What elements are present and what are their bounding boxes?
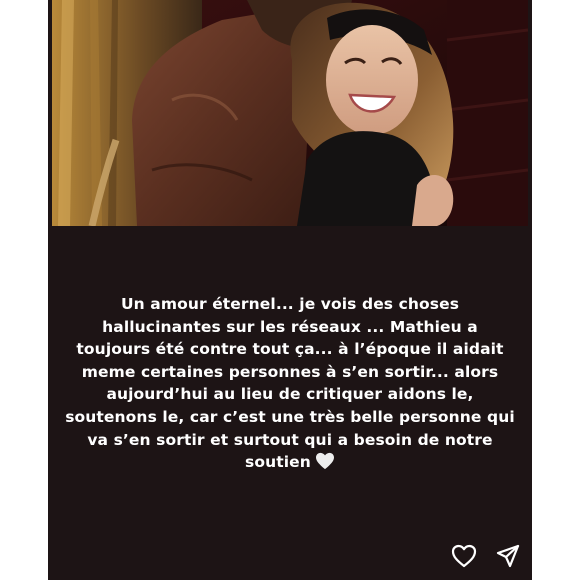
story-photo (52, 0, 528, 226)
white-heart-emoji-icon (315, 452, 335, 477)
heart-outline-icon (451, 544, 477, 573)
caption-line: toujours été contre tout ça... à l’époqu… (76, 340, 504, 359)
story-actions (450, 544, 522, 572)
story-caption: Un amour éternel... je vois des choses h… (48, 293, 532, 477)
caption-line: soutenons le, car c’est une très belle p… (65, 407, 515, 426)
share-button[interactable] (494, 544, 522, 572)
caption-line: soutien (245, 453, 311, 472)
caption-line: Un amour éternel... je vois des choses (120, 295, 460, 313)
caption-line: va s’en sortir et surtout qui a besoin d… (87, 430, 493, 449)
caption-last-line: soutien (48, 451, 532, 477)
caption-line: meme certaines personnes à s’en sortir..… (81, 362, 499, 381)
like-button[interactable] (450, 544, 478, 572)
caption-line: aujourd’hui au lieu de critiquer aidons … (106, 385, 474, 404)
caption-line: hallucinantes sur les réseaux ... Mathie… (102, 317, 478, 336)
story-card: Un amour éternel... je vois des choses h… (48, 0, 532, 580)
paper-plane-icon (496, 544, 520, 573)
